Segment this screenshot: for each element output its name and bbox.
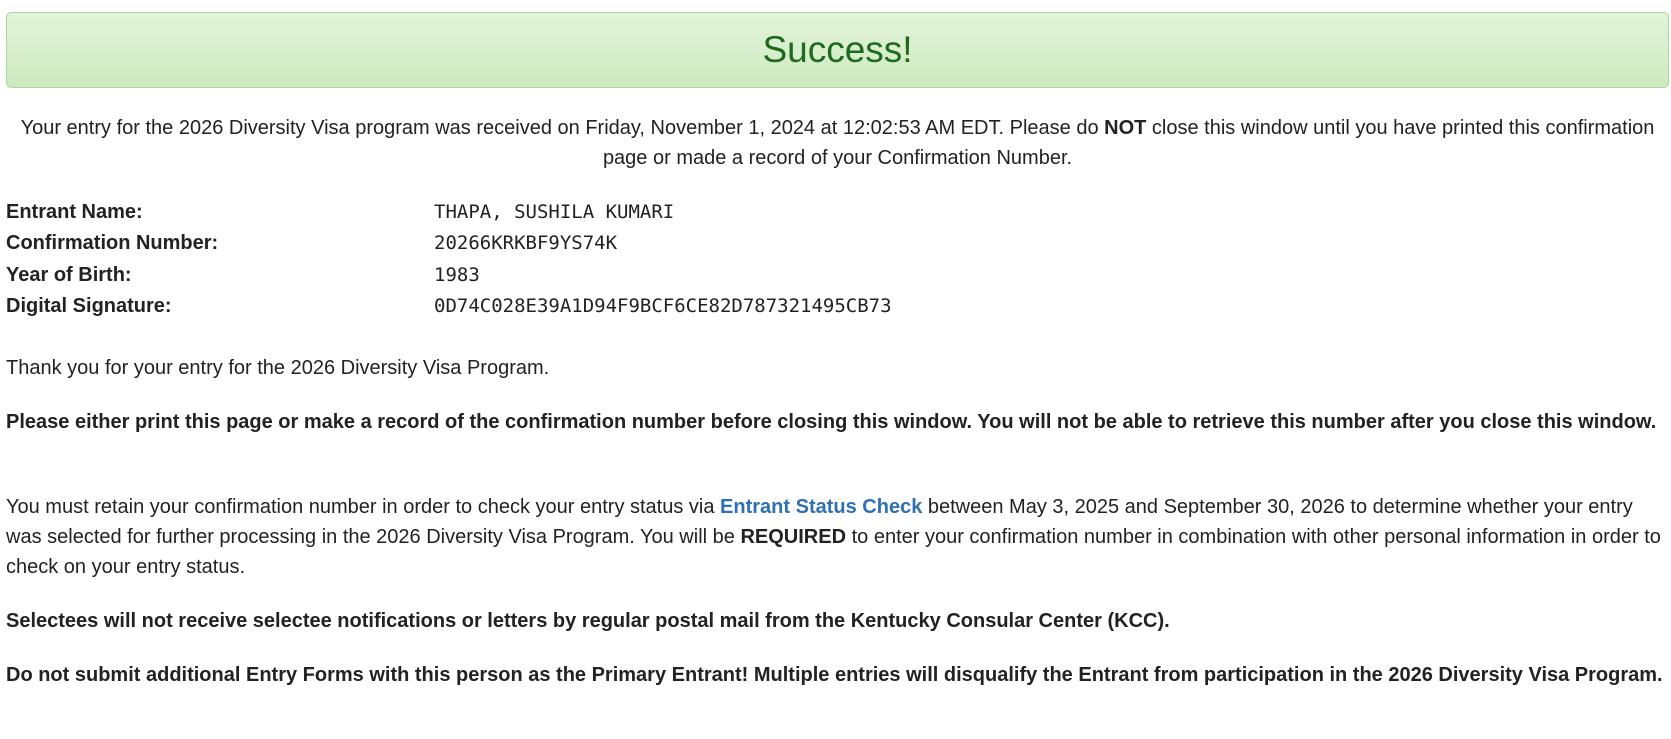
entrant-details-table: Entrant Name: THAPA, SUSHILA KUMARI Conf… [6, 196, 892, 322]
confirmation-number-value: 20266KRKBF9YS74K [434, 232, 618, 255]
year-of-birth-label: Year of Birth: [6, 263, 132, 286]
digital-signature-row: Digital Signature: 0D74C028E39A1D94F9BCF… [6, 291, 892, 323]
confirmation-number-row: Confirmation Number: 20266KRKBF9YS74K [6, 228, 892, 260]
entrant-name-label: Entrant Name: [6, 200, 143, 223]
entry-received-message: Your entry for the 2026 Diversity Visa p… [6, 113, 1669, 173]
required-emphasis: REQUIRED [740, 526, 847, 548]
intro-text-start: Your entry for the 2026 Diversity Visa p… [20, 117, 1105, 139]
year-of-birth-row: Year of Birth: 1983 [6, 259, 892, 291]
year-of-birth-value: 1983 [434, 263, 480, 286]
retain-text-start: You must retain your confirmation number… [6, 496, 721, 518]
thank-you-message: Thank you for your entry for the 2026 Di… [6, 357, 550, 379]
digital-signature-label: Digital Signature: [6, 295, 172, 318]
intro-emphasis-not: NOT [1104, 117, 1147, 139]
selectees-notice: Selectees will not receive selectee noti… [6, 610, 1170, 632]
entrant-name-value: THAPA, SUSHILA KUMARI [434, 200, 675, 223]
digital-signature-value: 0D74C028E39A1D94F9BCF6CE82D787321495CB73 [434, 295, 892, 318]
duplicate-entry-warning: Do not submit additional Entry Forms wit… [6, 664, 1663, 686]
print-warning-message: Please either print this page or make a … [6, 411, 1657, 433]
entrant-name-row: Entrant Name: THAPA, SUSHILA KUMARI [6, 196, 892, 228]
success-title: Success! [762, 29, 913, 70]
success-banner: Success! [6, 12, 1669, 88]
retain-confirmation-message: You must retain your confirmation number… [6, 492, 1669, 582]
confirmation-number-label: Confirmation Number: [6, 232, 219, 255]
entrant-status-check-link[interactable]: Entrant Status Check [720, 496, 922, 518]
